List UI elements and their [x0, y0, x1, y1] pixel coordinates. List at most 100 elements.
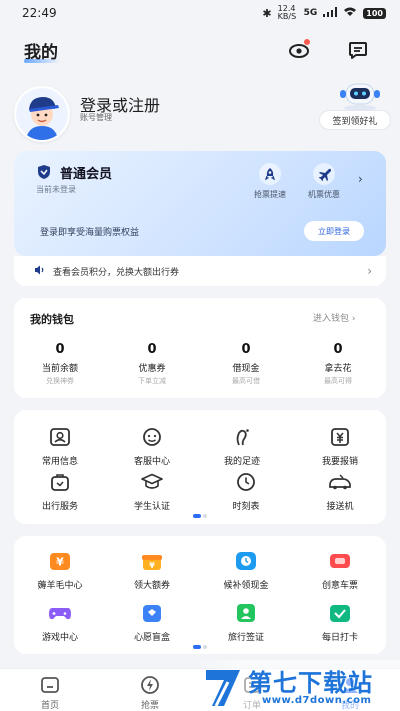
bluetooth-icon: ✱ — [262, 6, 272, 20]
watermark-logo-icon — [202, 666, 244, 708]
airport-car-icon — [328, 470, 352, 494]
messages-button[interactable] — [286, 37, 312, 63]
svg-text:¥: ¥ — [56, 556, 64, 569]
status-bar: 22:49 ✱ 12.4 KB/S 5G 100 — [0, 0, 400, 26]
perk-flight-discount[interactable]: 机票优惠 — [300, 163, 348, 200]
member-promo-text: 登录即享受海量购票权益 — [40, 228, 140, 238]
support-icon — [140, 425, 164, 449]
service-label: 我的足迹 — [223, 457, 260, 467]
membership-status: 当前未登录 — [36, 185, 76, 194]
perk-label: 机票优惠 — [308, 190, 340, 199]
title-underline — [24, 59, 60, 63]
app-creative-ticket[interactable]: 创意车票 — [303, 549, 377, 591]
app-label: 游戏中心 — [41, 633, 78, 643]
service-reimburse[interactable]: 我要报销 — [303, 425, 377, 467]
app-visa[interactable]: 旅行签证 — [209, 601, 283, 643]
wallet-borrow-cash[interactable]: 0 借现金 最高可借 — [206, 342, 286, 386]
wallet-sublabel: 最高可得 — [324, 377, 352, 385]
notification-dot — [304, 39, 310, 45]
home-icon — [39, 674, 61, 696]
app-coin-center[interactable]: ¥ 薅羊毛中心 — [23, 549, 97, 591]
battery-indicator: 100 — [363, 7, 386, 19]
app-wish-box[interactable]: 心愿盲盒 — [115, 601, 189, 643]
watermark-title: 第七下载站 — [248, 669, 373, 697]
reimburse-icon — [328, 425, 352, 449]
app-waitlist-cash[interactable]: 候补领现金 — [209, 549, 283, 591]
graduation-cap-icon — [140, 470, 164, 494]
app-daily-checkin[interactable]: 每日打卡 — [303, 601, 377, 643]
app-label: 创意车票 — [321, 581, 358, 591]
chevron-right-icon[interactable]: › — [358, 172, 363, 186]
gift-icon: ¥ — [140, 549, 164, 573]
wallet-credit[interactable]: 0 拿去花 最高可得 — [298, 342, 378, 386]
service-label: 我要报销 — [321, 457, 358, 467]
wallet-coupons[interactable]: 0 优惠券 下单立减 — [112, 342, 192, 386]
app-label: 候补领现金 — [223, 581, 269, 591]
app-game-center[interactable]: 游戏中心 — [23, 601, 97, 643]
wallet-value: 0 — [241, 342, 251, 357]
signal-icon — [323, 7, 338, 19]
apps-pagination — [192, 645, 208, 649]
footprint-icon — [230, 425, 254, 449]
checkin-reward-button[interactable]: 签到领好礼 — [319, 110, 391, 130]
chevron-right-icon: › — [367, 264, 372, 278]
wallet-sublabel: 最高可借 — [232, 377, 260, 385]
service-airport-transfer[interactable]: 接送机 — [303, 470, 377, 512]
lightning-icon — [139, 674, 161, 696]
gamepad-icon — [48, 601, 72, 625]
rocket-icon — [259, 163, 281, 185]
wallet-value: 0 — [333, 342, 343, 357]
wallet-sublabel: 下单立减 — [138, 377, 166, 385]
service-label: 学生认证 — [133, 502, 170, 512]
svg-text:¥: ¥ — [149, 561, 155, 570]
service-student-auth[interactable]: 学生认证 — [115, 470, 189, 512]
wallet-title: 我的钱包 — [30, 313, 74, 326]
wallet-label: 借现金 — [232, 364, 260, 374]
blind-box-icon — [140, 601, 164, 625]
chat-button[interactable] — [345, 37, 371, 63]
service-support[interactable]: 客服中心 — [115, 425, 189, 467]
watermark-url: www.d7down.com — [262, 695, 372, 706]
service-label: 时刻表 — [232, 502, 260, 512]
tab-home[interactable]: 首页 — [20, 670, 80, 711]
perk-fast-ticket[interactable]: 抢票提速 — [246, 163, 294, 200]
service-timetable[interactable]: 时刻表 — [209, 470, 283, 512]
tab-label: 抢票 — [140, 701, 159, 711]
wallet-label: 拿去花 — [324, 364, 352, 374]
coin-box-icon: ¥ — [48, 549, 72, 573]
robot-mascot-icon — [336, 78, 384, 112]
header: 我的 — [0, 30, 400, 70]
check-in-icon — [328, 601, 352, 625]
service-label: 客服中心 — [133, 457, 170, 467]
service-label: 出行服务 — [41, 502, 78, 512]
wallet-sublabel: 兑换神券 — [46, 377, 74, 385]
shield-icon — [36, 164, 52, 180]
wallet-balance[interactable]: 0 当前余额 兑换神券 — [20, 342, 100, 386]
perk-label: 抢票提速 — [254, 190, 286, 199]
visa-icon — [234, 601, 258, 625]
avatar[interactable] — [14, 86, 70, 142]
membership-level: 普通会员 — [60, 167, 113, 182]
service-common-info[interactable]: 常用信息 — [23, 425, 97, 467]
enter-wallet-link[interactable]: 进入钱包 › — [313, 311, 355, 324]
cash-icon — [234, 549, 258, 573]
service-footprint[interactable]: 我的足迹 — [205, 425, 279, 467]
login-now-button[interactable]: 立即登录 — [304, 221, 364, 241]
app-label: 薅羊毛中心 — [37, 581, 83, 591]
service-label: 接送机 — [326, 502, 354, 512]
tab-grab-ticket[interactable]: 抢票 — [120, 670, 180, 711]
app-big-coupon[interactable]: ¥ 领大额券 — [115, 549, 189, 591]
network-type: 5G — [303, 8, 318, 18]
member-points-notice[interactable]: 查看会员积分，兑换大额出行券 › — [14, 256, 386, 286]
id-card-icon — [48, 425, 72, 449]
service-travel[interactable]: 出行服务 — [23, 470, 97, 512]
status-time: 22:49 — [22, 6, 57, 20]
app-label: 心愿盲盒 — [133, 633, 170, 643]
account-management-link[interactable]: 账号管理 — [80, 112, 112, 123]
app-label: 领大额券 — [133, 581, 170, 591]
speaker-icon — [34, 265, 45, 278]
services-pagination — [192, 514, 208, 518]
service-label: 常用信息 — [41, 457, 78, 467]
tab-label: 首页 — [40, 701, 59, 711]
chat-icon — [349, 42, 367, 59]
